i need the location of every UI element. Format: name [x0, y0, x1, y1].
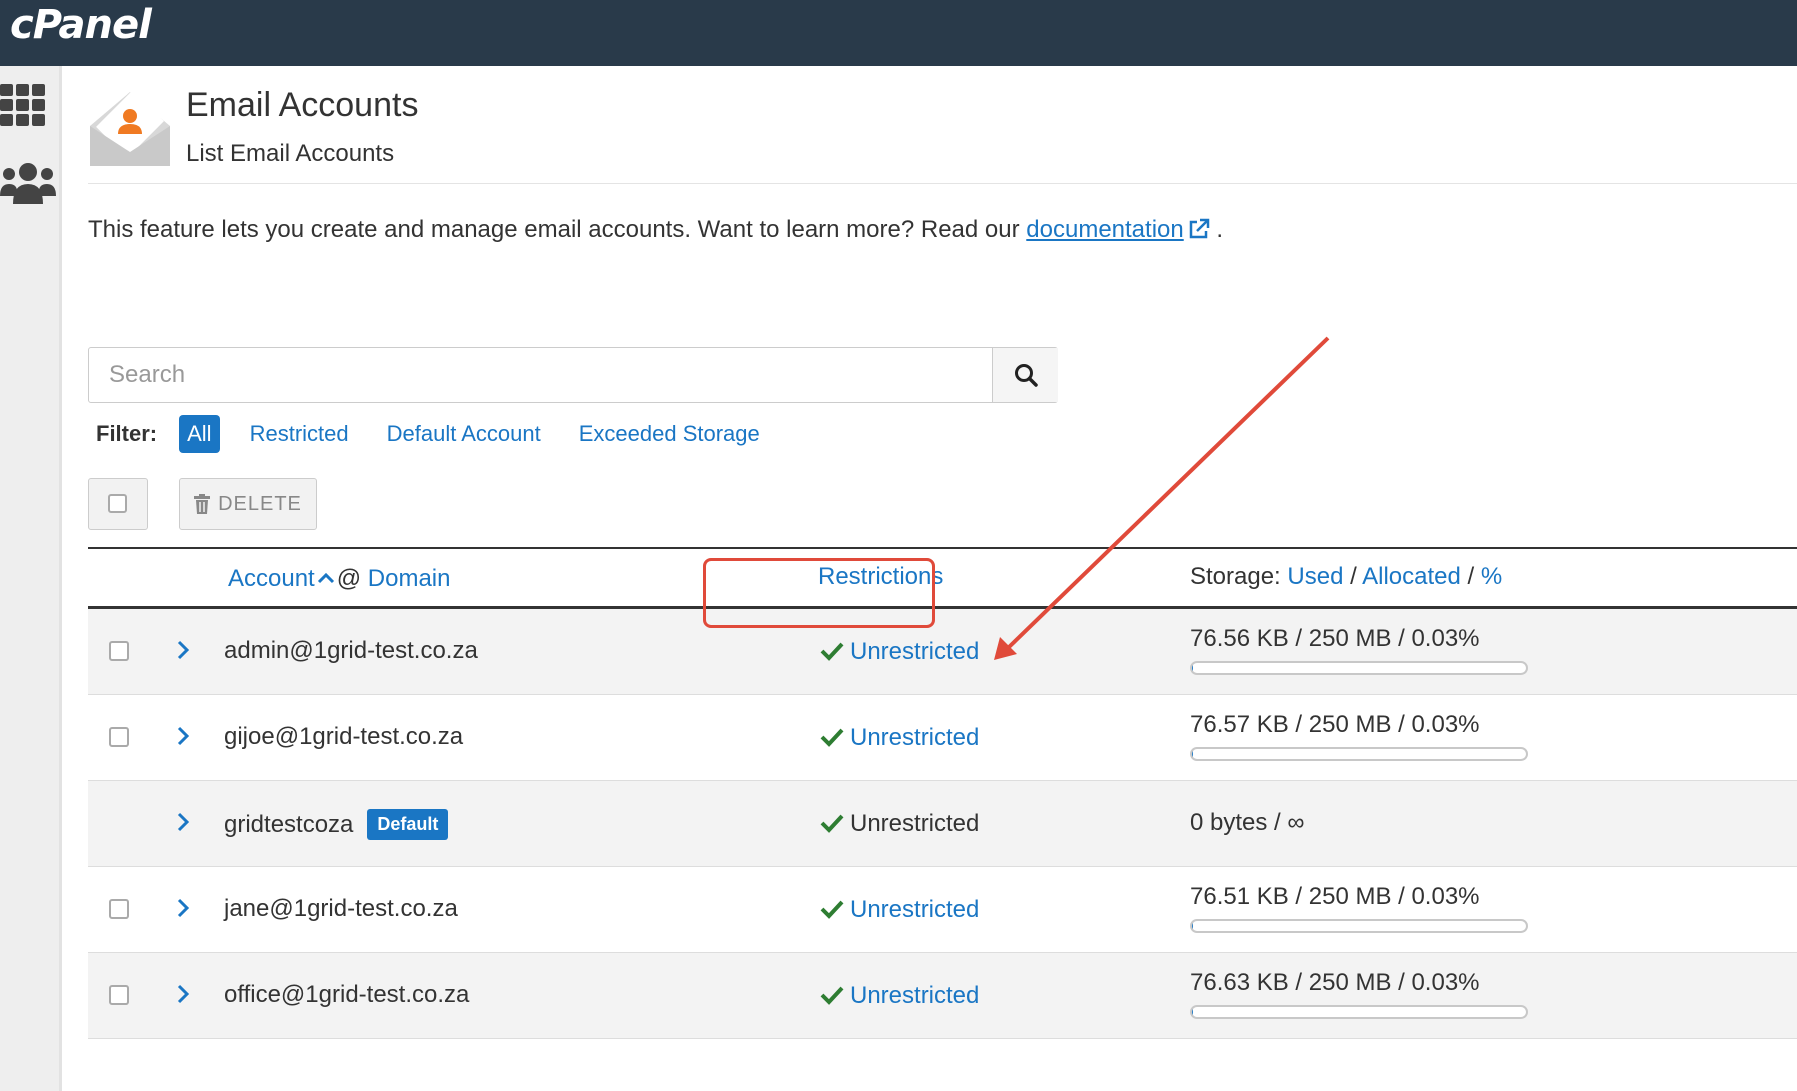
chevron-right-icon[interactable] [176, 983, 190, 1012]
storage-progress-bar [1190, 919, 1528, 933]
chevron-right-icon[interactable] [176, 897, 190, 926]
header-storage-prefix: Storage: [1190, 563, 1281, 590]
sort-percent[interactable]: % [1481, 563, 1502, 590]
row-checkbox[interactable] [109, 985, 129, 1005]
storage-usage: 0 bytes / ∞ [1190, 809, 1305, 836]
storage-progress-bar [1190, 1005, 1528, 1019]
apps-grid-icon[interactable] [0, 84, 50, 133]
account-name: gridtestcoza [224, 811, 354, 838]
check-icon [820, 812, 844, 840]
external-link-icon[interactable] [1188, 218, 1210, 247]
row-checkbox[interactable] [109, 727, 129, 747]
restriction-status: Unrestricted [820, 638, 979, 668]
storage-progress-bar [1190, 661, 1528, 675]
sort-account[interactable]: Account [228, 565, 315, 592]
account-name-default: gridtestcoza Default [224, 809, 449, 840]
documentation-link[interactable]: documentation [1026, 216, 1183, 243]
search-button[interactable] [992, 348, 1058, 402]
restriction-text: Unrestricted [850, 810, 980, 837]
sort-ascending-icon[interactable] [317, 563, 335, 591]
table-row: jane@1grid-test.co.za Unrestricted 76.51… [88, 867, 1797, 953]
account-name: admin@1grid-test.co.za [224, 637, 478, 664]
page-header: Email Accounts List Email Accounts [88, 84, 1797, 184]
sort-allocated[interactable]: Allocated [1362, 563, 1461, 590]
sort-used[interactable]: Used [1287, 563, 1343, 590]
storage-usage: 76.57 KB / 250 MB / 0.03% [1190, 711, 1480, 738]
storage-usage: 76.56 KB / 250 MB / 0.03% [1190, 625, 1480, 652]
search-icon [1014, 364, 1038, 387]
delete-label: DELETE [218, 492, 302, 515]
restriction-status: Unrestricted [820, 896, 979, 926]
trash-icon [194, 494, 211, 514]
row-checkbox[interactable] [109, 641, 129, 661]
header-at: @ [336, 565, 362, 592]
check-icon [820, 640, 844, 668]
page-subtitle: List Email Accounts [186, 140, 395, 167]
table-row: admin@1grid-test.co.za Unrestricted 76.5… [88, 609, 1797, 695]
filter-restricted[interactable]: Restricted [250, 421, 349, 447]
annotation-highlight-box [703, 558, 935, 628]
storage-usage: 76.51 KB / 250 MB / 0.03% [1190, 883, 1480, 910]
header-storage-sep: / [1467, 563, 1475, 590]
checkbox[interactable] [108, 494, 127, 513]
sidebar [0, 66, 62, 1091]
filter-all[interactable]: All [179, 415, 220, 453]
intro-text-body: This feature lets you create and manage … [88, 216, 1027, 243]
storage-usage: 76.63 KB / 250 MB / 0.03% [1190, 969, 1480, 996]
table-header: Account @ Domain Restrictions Storage: Us… [88, 549, 1797, 609]
top-bar: cPanel [0, 0, 1797, 66]
storage-progress-bar [1190, 747, 1528, 761]
select-all-checkbox[interactable] [88, 478, 148, 530]
email-accounts-table: Account @ Domain Restrictions Storage: Us… [88, 547, 1797, 1039]
filter-exceeded-storage[interactable]: Exceeded Storage [579, 421, 760, 447]
sort-domain[interactable]: Domain [368, 565, 451, 592]
table-row: gijoe@1grid-test.co.za Unrestricted 76.5… [88, 695, 1797, 781]
users-icon[interactable] [0, 162, 56, 211]
intro-end: . [1216, 216, 1224, 243]
cpanel-logo[interactable]: cPanel [10, 2, 152, 48]
page-title: Email Accounts [186, 86, 419, 124]
chevron-right-icon[interactable] [176, 639, 190, 668]
row-checkbox[interactable] [109, 899, 129, 919]
chevron-right-icon[interactable] [176, 725, 190, 754]
chevron-right-icon[interactable] [176, 811, 190, 840]
header-account-domain: Account @ Domain [228, 563, 450, 593]
check-icon [820, 898, 844, 926]
search-box [88, 347, 1058, 403]
account-name: jane@1grid-test.co.za [224, 895, 458, 922]
restriction-link[interactable]: Unrestricted [850, 724, 979, 751]
restriction-status: Unrestricted [820, 724, 979, 754]
account-name: office@1grid-test.co.za [224, 981, 470, 1008]
table-row: office@1grid-test.co.za Unrestricted 76.… [88, 953, 1797, 1039]
table-row: gridtestcoza Default Unrestricted 0 bytes… [88, 781, 1797, 867]
check-icon [820, 984, 844, 1012]
main-content: Email Accounts List Email Accounts This … [88, 66, 1797, 1091]
filter-label: Filter: [96, 421, 158, 446]
restriction-link[interactable]: Unrestricted [850, 982, 979, 1009]
header-storage: Storage: Used / Allocated / % [1190, 563, 1502, 591]
check-icon [820, 726, 844, 754]
account-name: gijoe@1grid-test.co.za [224, 723, 464, 750]
filter-default-account[interactable]: Default Account [387, 421, 541, 447]
delete-button[interactable]: DELETE [179, 478, 317, 530]
default-badge: Default [367, 809, 449, 840]
filter-bar: Filter: All Restricted Default Account E… [96, 415, 798, 453]
restriction-link[interactable]: Unrestricted [850, 896, 979, 923]
restriction-status: Unrestricted [820, 810, 979, 840]
search-input[interactable] [89, 348, 992, 402]
restriction-link[interactable]: Unrestricted [850, 638, 979, 665]
intro-text: This feature lets you create and manage … [88, 216, 1223, 247]
header-storage-sep: / [1350, 563, 1357, 590]
restriction-status: Unrestricted [820, 982, 979, 1012]
email-accounts-icon [88, 88, 172, 173]
